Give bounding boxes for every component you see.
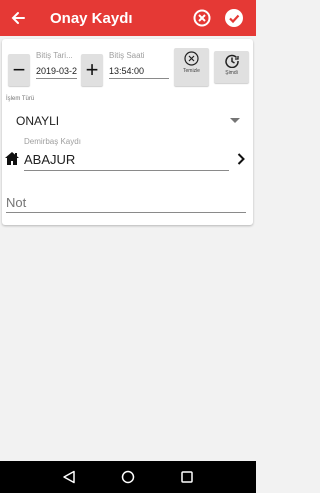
process-type-value: ONAYLI (16, 114, 60, 128)
now-button[interactable]: Şimdi (214, 51, 249, 83)
increment-date-button[interactable]: + (81, 54, 103, 86)
system-nav-bar (0, 461, 256, 493)
arrow-left-icon (11, 12, 25, 24)
end-time-underline (109, 78, 169, 79)
end-date-label: Bitiş Tari... (36, 51, 73, 60)
fixture-record-underline (24, 170, 229, 171)
note-field[interactable] (6, 192, 246, 212)
circle-home-icon[interactable] (121, 470, 135, 484)
form-card: − Bitiş Tari... 2019-03-27 + Bitiş Saati… (2, 39, 253, 225)
process-type-label: İşlem Türü (6, 96, 35, 102)
process-type-select[interactable]: ONAYLI (6, 110, 246, 130)
confirm-button[interactable] (220, 0, 248, 36)
fixture-record-label: Demirbaş Kaydı (24, 137, 81, 146)
clear-form-button[interactable] (188, 0, 216, 36)
end-time-field[interactable]: 13:54:00 (109, 66, 169, 76)
dropdown-arrow-icon (230, 118, 240, 123)
end-date-field[interactable]: 2019-03-27 (36, 66, 77, 76)
triangle-back-icon[interactable] (62, 470, 76, 484)
home-icon (5, 152, 19, 165)
plus-icon: + (85, 57, 99, 82)
fixture-record-field[interactable]: ABAJUR (24, 152, 229, 167)
clock-icon (224, 54, 239, 68)
end-date-underline (36, 78, 77, 79)
now-label: Şimdi (225, 70, 238, 76)
back-button[interactable] (0, 0, 36, 36)
note-underline (6, 212, 246, 213)
close-circle-icon (184, 51, 199, 66)
page-title: Onay Kaydı (50, 9, 133, 27)
square-recents-icon[interactable] (180, 470, 194, 484)
clear-datetime-label: Temizle (183, 68, 200, 74)
close-circle-icon (193, 9, 211, 27)
minus-icon: − (12, 57, 26, 82)
decrement-date-button[interactable]: − (8, 54, 30, 86)
app-bar: Onay Kaydı (0, 0, 256, 36)
check-circle-icon (225, 9, 243, 27)
chevron-right-icon[interactable] (237, 153, 245, 165)
end-time-label: Bitiş Saati (109, 51, 145, 60)
clear-datetime-button[interactable]: Temizle (174, 48, 209, 86)
